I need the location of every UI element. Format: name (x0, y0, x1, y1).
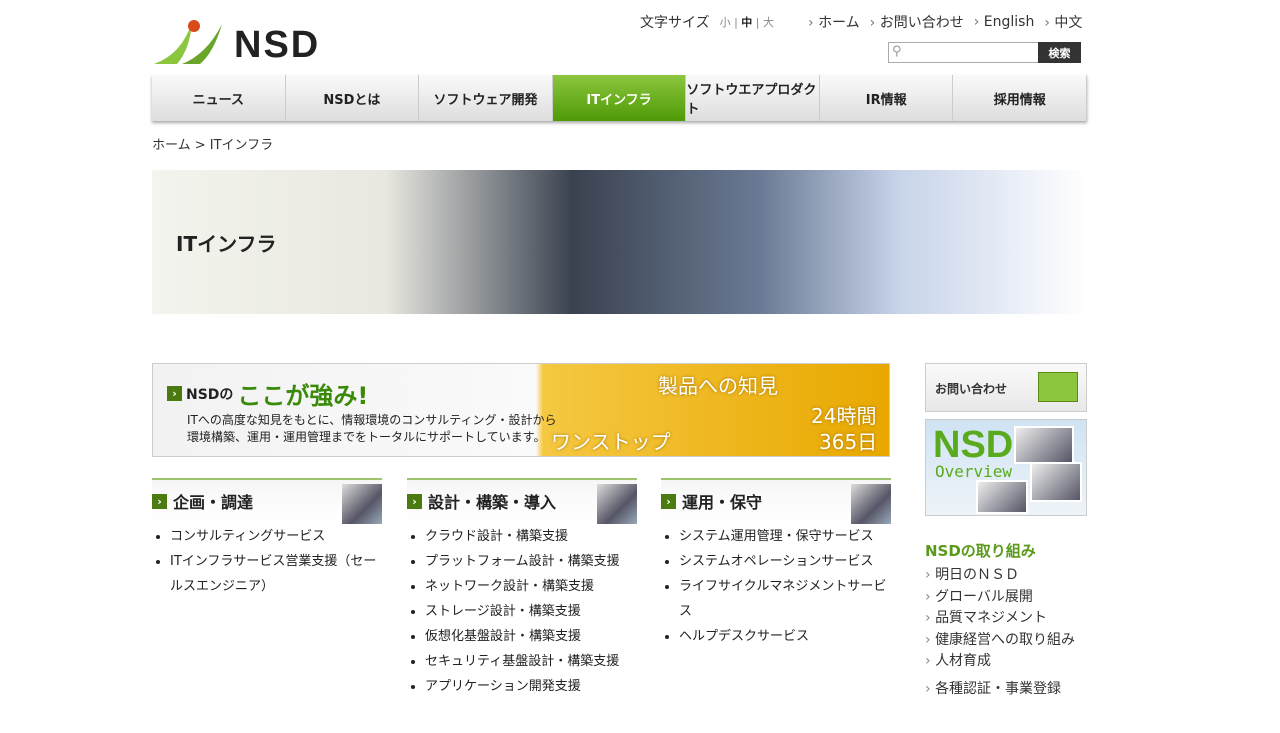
banner-phrase: 製品への知見 (658, 374, 778, 398)
section-title: NSDの取り組み (925, 542, 1036, 560)
meeting-photo (976, 480, 1028, 514)
nav-recruit[interactable]: 採用情報 (953, 75, 1088, 121)
link-contact[interactable]: お問い合わせ (870, 12, 964, 32)
sidebar-link[interactable]: 健康経営への取り組み (925, 630, 1087, 652)
nav-news[interactable]: ニュース (152, 75, 286, 121)
nav-software-dev[interactable]: ソフトウェア開発 (419, 75, 553, 121)
list-item[interactable]: ストレージ設計・構築支援 (425, 599, 637, 624)
logo-mark-icon (154, 20, 222, 64)
link-chinese[interactable]: 中文 (1044, 12, 1082, 32)
contact-button[interactable]: お問い合わせ (925, 363, 1087, 412)
column-planning: › 企画・調達 コンサルティングサービスITインフラサービス営業支援（セールスエン… (152, 478, 382, 599)
search-input[interactable]: ⚲ (888, 42, 1038, 63)
overview-title: NSD (933, 424, 1014, 466)
hero-banner: ITインフラ (152, 170, 1087, 314)
list-item[interactable]: ITインフラサービス営業支援（セールスエンジニア） (170, 549, 382, 599)
column-design: › 設計・構築・導入 クラウド設計・構築支援 プラットフォーム設計・構築支援 ネッ… (407, 478, 637, 699)
link-english[interactable]: English (974, 14, 1035, 30)
banner-headline: ここが強み! (237, 382, 369, 410)
arrow-icon: › (152, 493, 167, 509)
list-item[interactable]: セキュリティ基盤設計・構築支援 (425, 649, 637, 674)
search-icon: ⚲ (892, 44, 902, 59)
breadcrumb: ホーム > ITインフラ (152, 138, 274, 153)
sidebar-link[interactable]: 明日のＮＳＤ (925, 565, 1087, 587)
sidebar-link[interactable]: 品質マネジメント (925, 608, 1087, 630)
column-title: 企画・調達 (173, 493, 254, 512)
font-size-large[interactable]: 大 (763, 16, 774, 29)
search-button[interactable]: 検索 (1038, 42, 1081, 63)
global-nav: ニュース NSDとは ソフトウェア開発 ITインフラ ソフトウエアプロダクト I… (152, 75, 1088, 121)
banner-prefix: NSDの (186, 386, 234, 403)
nsd-overview-banner[interactable]: NSD Overview (925, 419, 1087, 516)
page-title: ITインフラ (176, 232, 277, 256)
mail-icon (1038, 372, 1078, 402)
nav-about[interactable]: NSDとは (285, 75, 420, 121)
banner-description: ITへの高度な知見をもとに、情報環境のコンサルティング・設計から 環境構築、運用・… (187, 413, 557, 444)
banner-phrase: ワンストップ (551, 430, 671, 454)
list-item[interactable]: プラットフォーム設計・構築支援 (425, 549, 637, 574)
nav-it-infra[interactable]: ITインフラ (552, 75, 687, 121)
overview-subtitle: Overview (935, 462, 1013, 481)
sidebar: お問い合わせ NSD Overview NSDの取り組み 明日のＮＳＤ グローバ… (925, 363, 1087, 700)
sidebar-link[interactable]: グローバル展開 (925, 587, 1087, 609)
server-photo (1030, 462, 1082, 502)
list-item[interactable]: 仮想化基盤設計・構築支援 (425, 624, 637, 649)
banner-phrase: 365日 (819, 430, 878, 454)
list-item[interactable]: システムオペレーションサービス (679, 549, 891, 574)
utility-nav: 文字サイズ 小 | 中 | 大 ホーム お問い合わせ English 中文 (640, 12, 1082, 32)
arrow-icon: › (661, 493, 676, 509)
sidebar-link[interactable]: 人材育成 (925, 651, 1087, 673)
list-item[interactable]: クラウド設計・構築支援 (425, 524, 637, 549)
list-item[interactable]: ネットワーク設計・構築支援 (425, 574, 637, 599)
font-size-medium[interactable]: 中 (741, 16, 752, 29)
link-home[interactable]: ホーム (808, 12, 860, 32)
search-form: ⚲ 検索 (888, 42, 1081, 63)
strength-banner[interactable]: › NSDの ここが強み! ITへの高度な知見をもとに、情報環境のコンサルティング・… (152, 363, 890, 457)
arrow-icon: › (167, 386, 182, 401)
list-item[interactable]: ライフサイクルマネジメントサービス (679, 574, 891, 624)
arrow-icon: › (407, 493, 422, 509)
engineer-photo (597, 484, 637, 524)
list-item[interactable]: ヘルプデスクサービス (679, 624, 891, 649)
banner-phrase: 24時間 (811, 404, 877, 428)
server-photo (851, 484, 891, 524)
nsd-logo[interactable]: NSD (152, 14, 367, 66)
contact-label: お問い合わせ (935, 382, 1008, 396)
list-item[interactable]: コンサルティングサービス (170, 524, 382, 549)
column-title: 設計・構築・導入 (428, 493, 557, 512)
office-photo (1014, 426, 1074, 464)
font-size-label: 文字サイズ (640, 15, 710, 31)
font-size-small[interactable]: 小 (720, 16, 731, 29)
sidebar-link[interactable]: 各種認証・事業登録 (925, 679, 1087, 701)
column-operation: › 運用・保守 システム運用管理・保守サービス システムオペレーションサービス ラ… (661, 478, 891, 649)
meeting-photo (342, 484, 382, 524)
list-item[interactable]: システム運用管理・保守サービス (679, 524, 891, 549)
column-title: 運用・保守 (682, 493, 763, 512)
nav-ir[interactable]: IR情報 (819, 75, 954, 121)
nav-software-product[interactable]: ソフトウエアプロダクト (686, 75, 820, 121)
list-item[interactable]: アプリケーション開発支援 (425, 674, 637, 699)
